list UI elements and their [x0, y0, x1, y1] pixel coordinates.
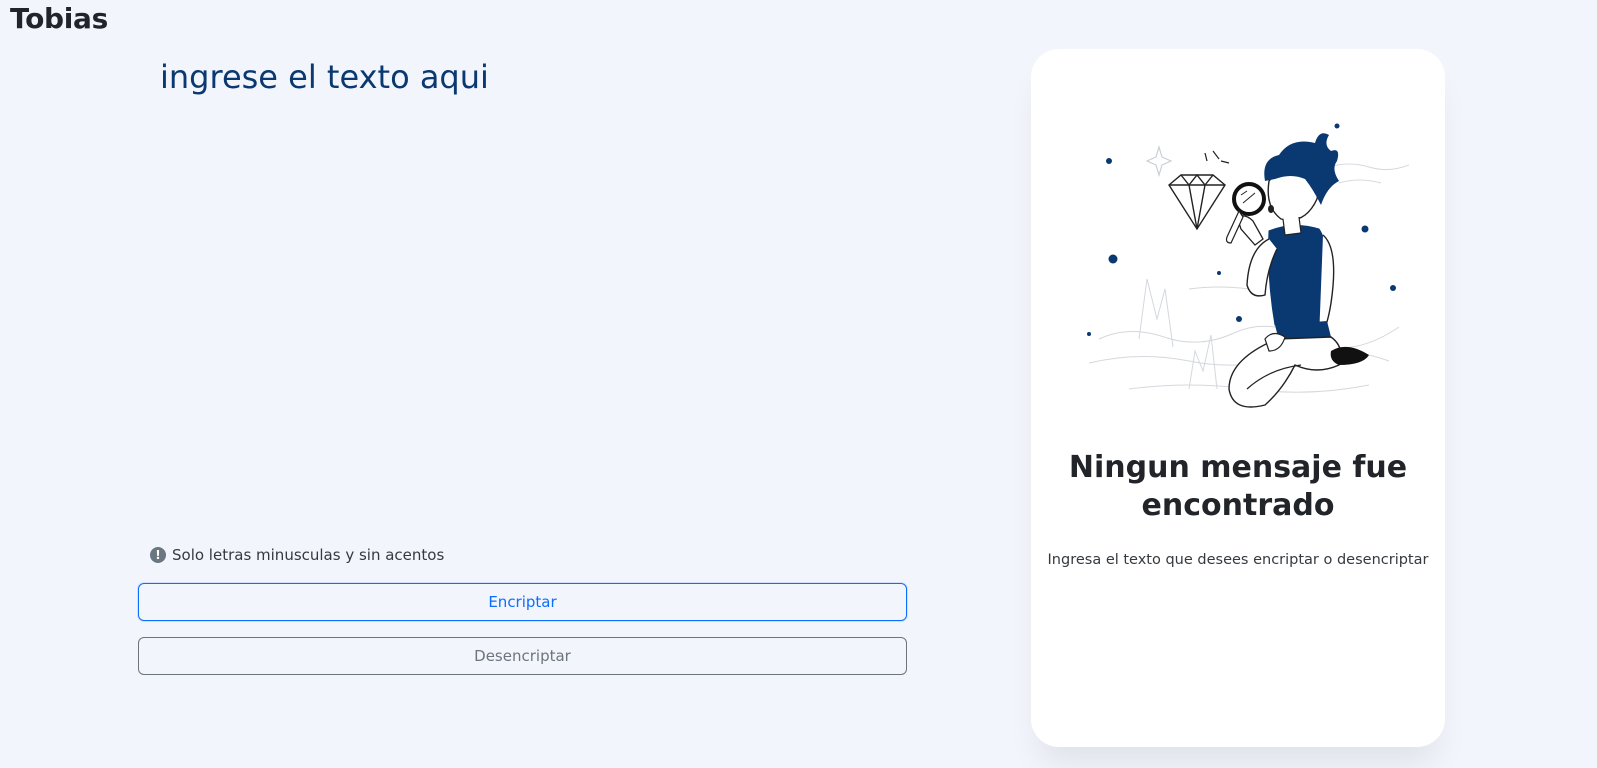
person-with-magnifier-illustration: [1087, 123, 1409, 408]
empty-state-title: Ningun mensaje fue encontrado: [1068, 450, 1408, 523]
exclamation-circle-icon: !: [150, 547, 166, 563]
brand-title: Tobias: [10, 2, 109, 35]
input-hint: ! Solo letras minusculas y sin acentos: [150, 546, 444, 564]
encrypt-button[interactable]: Encriptar: [138, 583, 907, 621]
decrypt-button[interactable]: Desencriptar: [138, 637, 907, 675]
result-card: Ningun mensaje fue encontrado Ingresa el…: [1031, 49, 1445, 747]
hint-text: Solo letras minusculas y sin acentos: [172, 546, 445, 564]
message-input[interactable]: [160, 55, 900, 515]
empty-state-subtitle: Ingresa el texto que desees encriptar o …: [1047, 552, 1429, 568]
